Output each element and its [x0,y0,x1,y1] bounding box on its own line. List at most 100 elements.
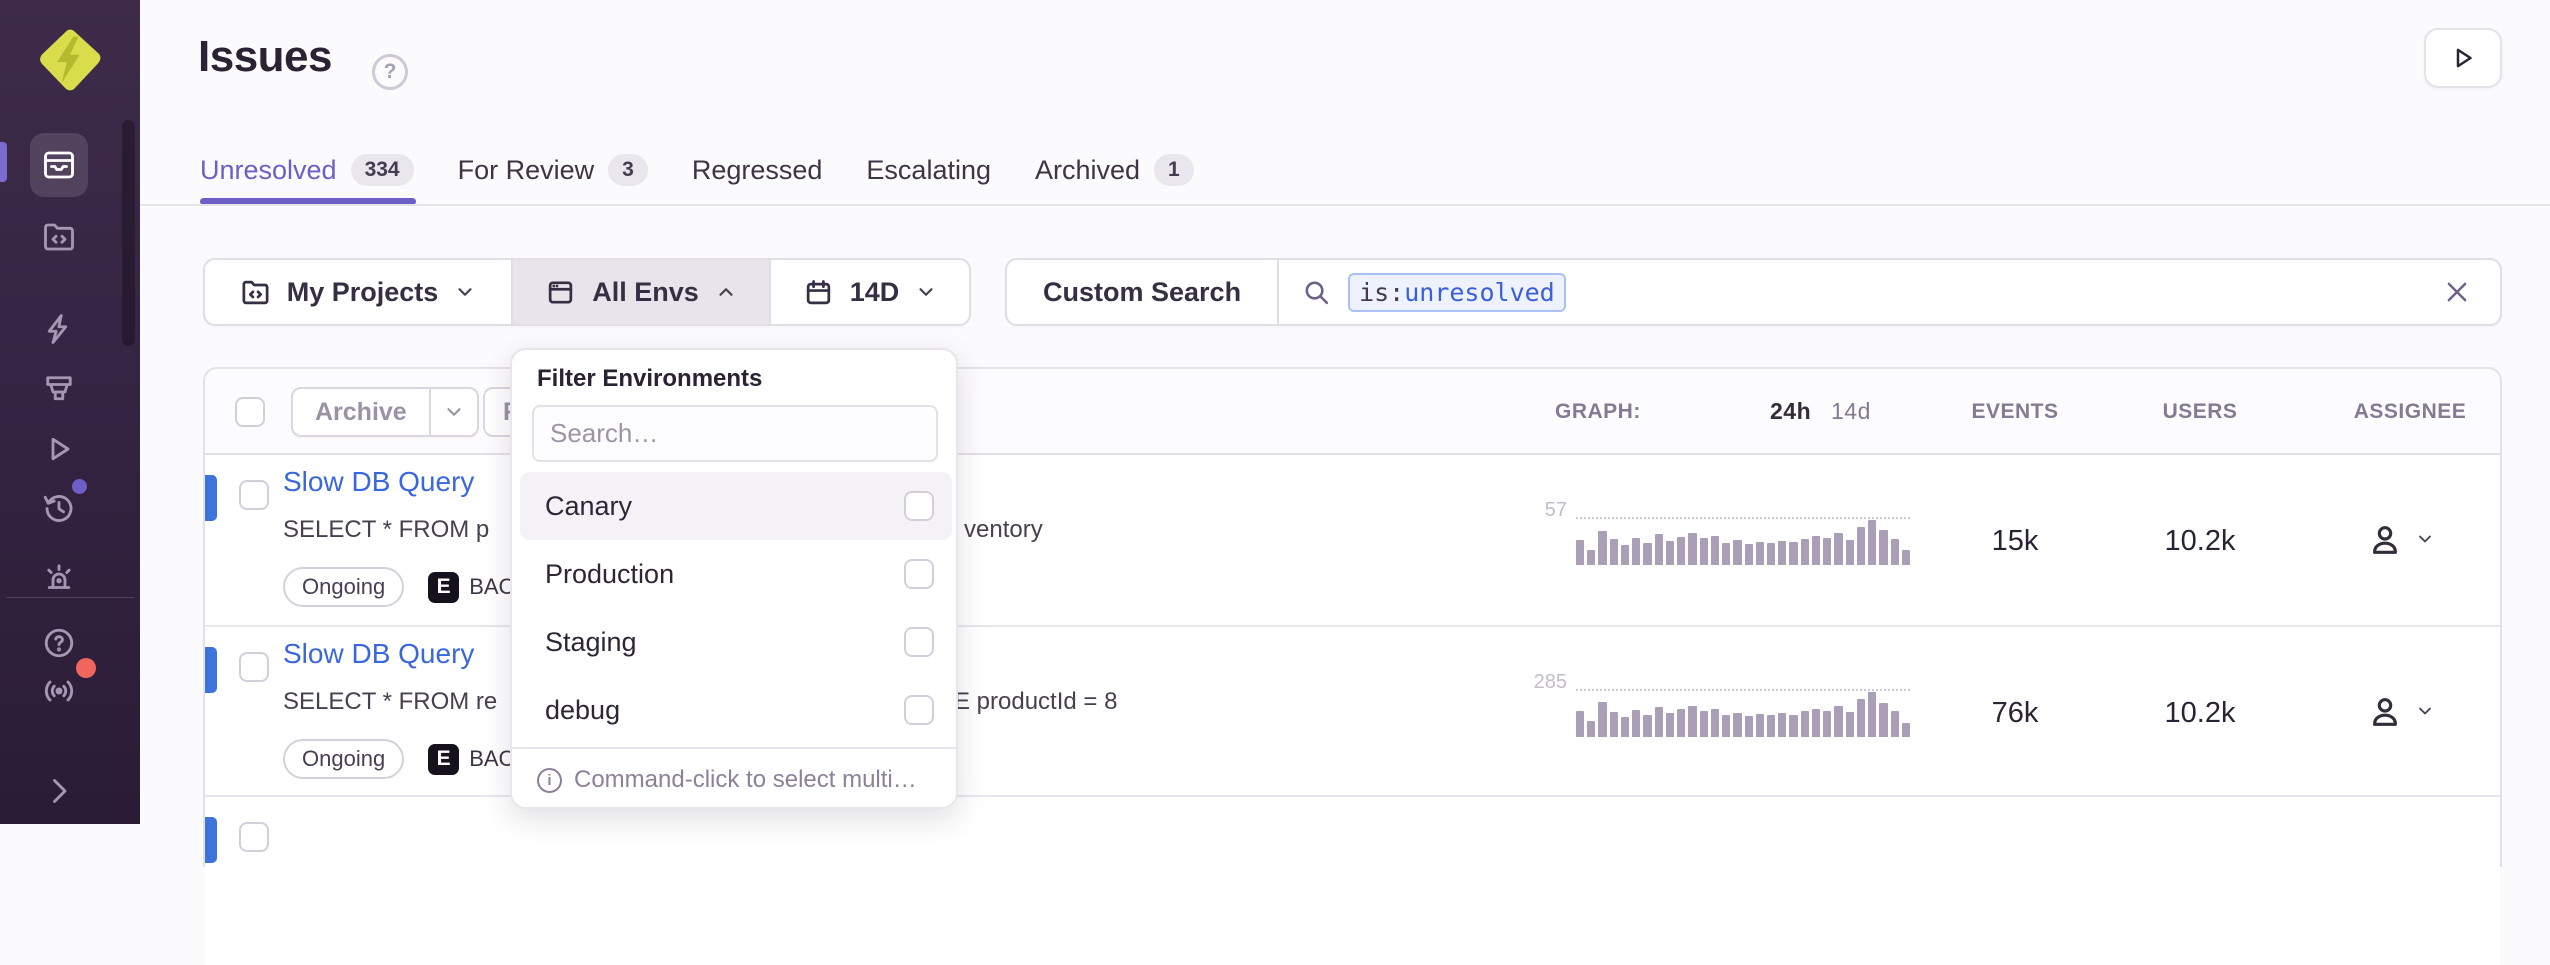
select-all-checkbox[interactable] [235,397,265,427]
env-checkbox[interactable] [904,491,934,521]
issues-icon [41,147,77,183]
chevron-down-icon [2415,701,2435,721]
row-checkbox[interactable] [239,822,269,852]
environment-dropdown: Filter Environments Canary Production St… [510,348,958,809]
env-checkbox[interactable] [904,559,934,589]
issue-search-input[interactable]: is:unresolved [1279,260,2500,324]
tab-for-review[interactable]: For Review 3 [458,154,648,186]
issue-row [205,795,2500,965]
issue-state-tabs: Unresolved 334 For Review 3 Regressed Es… [200,148,1194,192]
users-count: 10.2k [2130,525,2270,558]
chevron-up-icon [715,281,737,303]
custom-search-button[interactable]: Custom Search [1007,260,1279,324]
env-option-label: debug [545,695,620,726]
sidebar-scrollbar[interactable] [122,120,135,346]
code-folder-icon [41,219,77,255]
sidebar-item-replays[interactable] [30,420,88,478]
page-help-icon[interactable]: ? [372,54,408,90]
column-graph-24h[interactable]: 24h [1770,398,1811,425]
play-icon [41,431,77,467]
archive-button[interactable]: Archive [293,389,429,435]
env-option-label: Canary [545,491,632,522]
platform-icon: E [428,572,459,603]
search-icon [1301,277,1332,308]
history-clock-icon [41,489,77,525]
env-option-staging[interactable]: Staging [520,608,952,676]
column-graph-14d[interactable]: 14d [1831,398,1871,425]
tab-escalating[interactable]: Escalating [866,155,991,186]
person-icon [2365,691,2405,731]
archive-options-button[interactable] [431,389,477,435]
project-short-id: BAC [469,746,514,772]
assignee-selector[interactable] [2365,519,2435,559]
date-range-filter-button[interactable]: 14D [771,260,969,324]
help-icon [41,625,77,661]
dropdown-footer: i Command-click to select multi… [537,758,917,802]
tab-archived[interactable]: Archived 1 [1035,154,1194,186]
tab-unresolved[interactable]: Unresolved 334 [200,154,414,186]
broadcast-icon [41,673,77,709]
row-checkbox[interactable] [239,652,269,682]
issue-culprit-prefix: SELECT * FROM re [283,688,497,716]
releases-notification-dot [72,479,87,494]
events-sparkline [1576,689,1910,737]
env-checkbox[interactable] [904,695,934,725]
chevron-right-icon [41,773,77,809]
environment-search-input[interactable] [532,405,938,462]
env-option-label: Production [545,559,674,590]
sidebar-item-projects[interactable] [30,208,88,266]
environments-filter-label: All Envs [592,277,699,308]
search-token-is-unresolved[interactable]: is:unresolved [1348,273,1566,312]
issue-title-link[interactable]: Slow DB Query [283,638,474,670]
replay-tour-button[interactable] [2424,28,2502,88]
project-tag: E BAC [428,572,514,603]
code-folder-icon [240,277,271,308]
lightning-icon [41,311,77,347]
status-badge: Ongoing [283,739,404,779]
projects-filter-button[interactable]: My Projects [205,260,511,324]
assignee-selector[interactable] [2365,691,2435,731]
issue-title-link[interactable]: Slow DB Query [283,466,474,498]
events-count: 15k [1945,525,2085,558]
chevron-down-icon [915,281,937,303]
tab-label: Archived [1035,155,1140,186]
issue-badges: Ongoing E BAC [283,739,514,779]
issue-badges: Ongoing E BAC [283,567,514,607]
environment-list: Canary Production Staging debug [520,472,952,744]
date-range-label: 14D [850,277,900,308]
status-badge: Ongoing [283,567,404,607]
env-option-production[interactable]: Production [520,540,952,608]
row-checkbox[interactable] [239,480,269,510]
token-value: unresolved [1404,278,1555,307]
app-logo[interactable] [36,26,104,94]
env-checkbox[interactable] [904,627,934,657]
env-option-debug[interactable]: debug [520,676,952,744]
clear-search-icon[interactable] [2442,277,2472,307]
column-graph: GRAPH: [1555,400,1641,424]
column-assignee: ASSIGNEE [2320,400,2500,424]
dropdown-footer-hint: Command-click to select multi… [574,766,917,794]
unread-indicator [205,647,217,693]
sidebar-item-dashboards[interactable] [30,360,88,418]
tab-count-badge: 1 [1154,154,1194,186]
column-events: EVENTS [1945,400,2085,424]
users-count: 10.2k [2130,697,2270,730]
sidebar-item-performance[interactable] [30,300,88,358]
tab-regressed[interactable]: Regressed [692,155,823,186]
environments-filter-button[interactable]: All Envs [513,260,769,324]
tab-count-badge: 3 [608,154,648,186]
env-option-canary[interactable]: Canary [520,472,952,540]
platform-icon: E [428,744,459,775]
tab-label: Escalating [866,155,991,186]
page-filter-group: My Projects All Envs 14D [203,258,971,326]
person-icon [2365,519,2405,559]
issue-culprit-suffix: E productId = 8 [954,688,1117,716]
projector-icon [41,371,77,407]
project-tag: E BAC [428,744,514,775]
tabs-divider [140,204,2550,206]
sidebar-expand-button[interactable] [30,762,88,820]
column-users: USERS [2130,400,2270,424]
sidebar-item-issues[interactable] [30,133,88,197]
siren-icon [41,559,77,595]
chevron-down-icon [454,281,476,303]
